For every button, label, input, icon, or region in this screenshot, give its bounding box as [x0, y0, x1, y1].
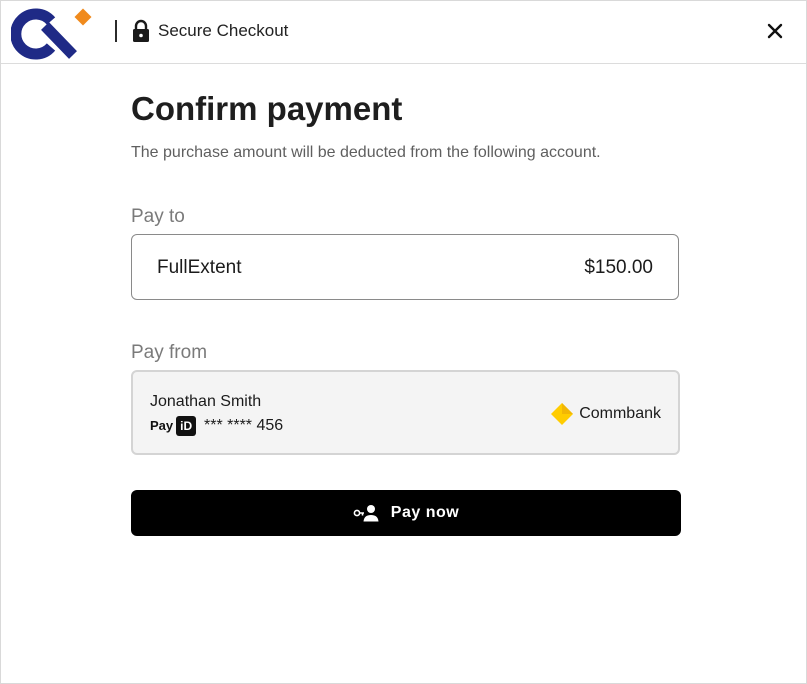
header-divider: [115, 20, 117, 42]
pay-to-label: Pay to: [131, 206, 185, 227]
payid-badge-icon: iD: [176, 416, 197, 436]
account-number: *** **** 456: [204, 417, 284, 434]
pay-from-account-card[interactable]: Jonathan Smith Pay iD *** **** 456 Commb…: [131, 370, 680, 455]
close-icon[interactable]: [761, 17, 789, 45]
bank-name: Commbank: [579, 405, 661, 422]
payment-amount: $150.00: [584, 257, 653, 278]
person-key-icon: [353, 505, 379, 522]
bank-info: Commbank: [550, 402, 661, 426]
page-subtitle: The purchase amount will be deducted fro…: [131, 144, 601, 161]
brand-logo-icon: [11, 8, 92, 60]
secure-checkout-label: Secure Checkout: [158, 21, 289, 40]
pay-from-label: Pay from: [131, 342, 208, 363]
header-bar: Secure Checkout: [1, 1, 806, 64]
merchant-name: FullExtent: [157, 257, 242, 278]
account-holder-name: Jonathan Smith: [150, 393, 262, 410]
pay-to-card: FullExtent $150.00: [131, 234, 679, 300]
payid-text: Pay: [150, 418, 174, 433]
pay-now-label: Pay now: [390, 504, 460, 521]
commbank-diamond-icon: [551, 403, 574, 425]
payid-logo: Pay iD: [150, 416, 197, 436]
lock-icon: [133, 19, 149, 42]
page-title: Confirm payment: [131, 90, 403, 127]
pay-now-button[interactable]: Pay now: [131, 490, 681, 536]
